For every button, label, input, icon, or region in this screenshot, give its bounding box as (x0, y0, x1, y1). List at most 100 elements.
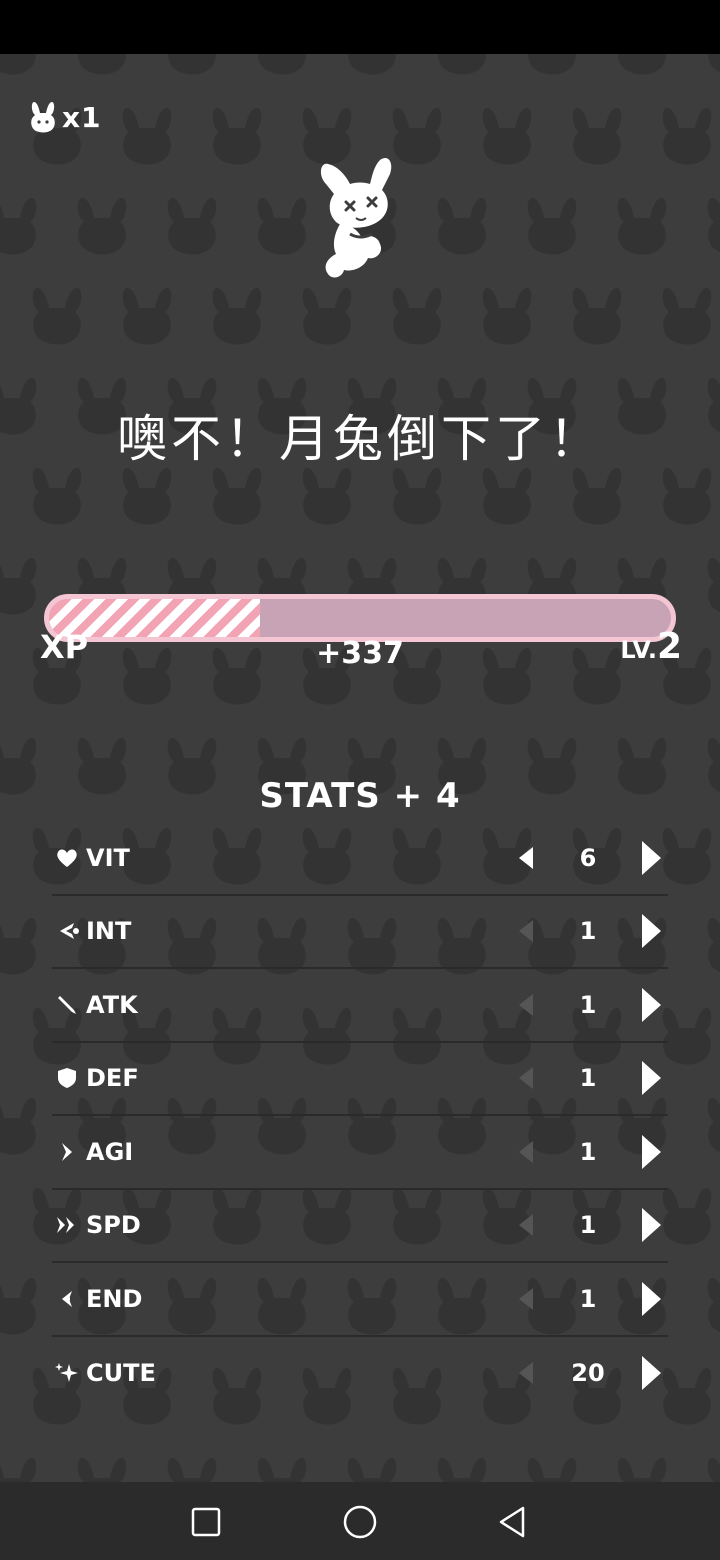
stats-list: VIT 6 INT 1 ATK 1 DEF 1 AGI 1 SPD 1 END 1 CUTE 20 (52, 822, 668, 1410)
stat-value: 20 (571, 1359, 605, 1388)
pattern-bunny (617, 1458, 667, 1482)
system-nav-bar (0, 1482, 720, 1560)
double-chevron-icon (54, 1212, 80, 1238)
pattern-bunny (438, 54, 486, 75)
decrease-vit-button[interactable] (514, 843, 538, 873)
stat-row-end: END 1 (52, 1263, 668, 1337)
pattern-bunny (392, 468, 442, 525)
increase-agi-button[interactable] (636, 1132, 666, 1172)
bunny-icon (31, 102, 55, 133)
pattern-bunny (482, 468, 532, 525)
stat-row-cute: CUTE 20 (52, 1337, 668, 1411)
stat-name: DEF (86, 1064, 139, 1093)
pattern-bunny (617, 198, 667, 255)
pattern-bunny (77, 198, 127, 255)
pattern-bunny (707, 1098, 720, 1152)
decrease-agi-button[interactable] (514, 1137, 538, 1167)
pattern-bunny (32, 288, 82, 345)
stat-row-atk: ATK 1 (52, 969, 668, 1043)
stat-value: 1 (579, 1284, 597, 1313)
decrease-atk-button[interactable] (514, 990, 538, 1020)
arrow-left-icon (519, 1362, 533, 1385)
stat-name: SPD (86, 1211, 141, 1240)
pattern-bunny (212, 108, 262, 165)
pattern-bunny (662, 1008, 712, 1065)
pattern-bunny (618, 54, 666, 75)
decrease-def-button[interactable] (514, 1063, 538, 1093)
pattern-bunny (347, 1458, 397, 1482)
stat-value: 1 (579, 1064, 597, 1093)
pattern-bunny (168, 54, 216, 75)
pattern-bunny (122, 108, 172, 165)
pattern-bunny (708, 54, 720, 72)
fallen-bunny-icon (320, 157, 392, 278)
pattern-bunny (527, 198, 577, 255)
stat-name: ATK (86, 990, 138, 1019)
decrease-spd-button[interactable] (514, 1210, 538, 1240)
pattern-bunny (662, 1368, 712, 1425)
pattern-bunny (527, 1458, 577, 1482)
stat-name: END (86, 1284, 143, 1313)
pattern-bunny (212, 288, 262, 345)
pattern-bunny (0, 558, 37, 615)
stat-row-agi: AGI 1 (52, 1116, 668, 1190)
back-button[interactable] (492, 1502, 532, 1542)
pattern-bunny (167, 1458, 217, 1482)
pattern-bunny (257, 1458, 307, 1482)
pattern-bunny (78, 54, 126, 75)
brain-icon (54, 918, 80, 944)
stat-value: 1 (579, 917, 597, 946)
stat-name: CUTE (86, 1359, 156, 1388)
increase-spd-button[interactable] (636, 1205, 666, 1245)
pattern-bunny (302, 288, 352, 345)
pattern-bunny (258, 54, 306, 75)
increase-vit-button[interactable] (636, 838, 666, 878)
sword-icon (54, 992, 80, 1018)
arrow-right-icon (642, 987, 661, 1022)
pattern-bunny (662, 1188, 712, 1245)
arrow-left-icon (519, 1140, 533, 1163)
decrease-end-button[interactable] (514, 1284, 538, 1314)
pattern-bunny (528, 54, 576, 75)
arrow-right-icon (642, 840, 661, 875)
endurance-icon (54, 1286, 80, 1312)
arrow-left-icon (519, 846, 533, 869)
increase-int-button[interactable] (636, 911, 666, 951)
pattern-bunny (302, 468, 352, 525)
pattern-bunny (662, 108, 712, 165)
increase-cute-button[interactable] (636, 1353, 666, 1393)
pattern-bunny (122, 288, 172, 345)
pattern-bunny (662, 468, 712, 525)
pattern-bunny (707, 1458, 720, 1482)
recents-button[interactable] (186, 1502, 226, 1542)
arrow-right-icon (642, 1356, 661, 1391)
home-button[interactable] (340, 1502, 380, 1542)
game-screen: x1 噢不！月兔倒下了！ XP +337 LV.2 STATS + 4 VIT 6… (0, 54, 720, 1482)
decrease-int-button[interactable] (514, 916, 538, 946)
shield-icon (54, 1065, 80, 1091)
level-indicator: LV.2 (620, 626, 682, 667)
stat-value: 1 (579, 990, 597, 1019)
circle-icon (343, 1505, 377, 1539)
sparkle-icon (54, 1360, 80, 1386)
pattern-bunny (0, 1458, 37, 1482)
defeat-message: 噢不！月兔倒下了！ (117, 410, 603, 468)
pattern-bunny (482, 288, 532, 345)
pattern-bunny (707, 918, 720, 972)
increase-end-button[interactable] (636, 1279, 666, 1319)
arrow-right-icon (642, 1061, 661, 1096)
pattern-bunny (572, 288, 622, 345)
pattern-bunny (32, 468, 82, 525)
pattern-bunny (707, 1278, 720, 1332)
decrease-cute-button[interactable] (514, 1358, 538, 1388)
pattern-bunny (0, 1098, 37, 1155)
pattern-bunny (167, 198, 217, 255)
pattern-bunny (662, 828, 712, 885)
arrow-left-icon (519, 1214, 533, 1237)
pattern-bunny (77, 1458, 127, 1482)
stat-row-def: DEF 1 (52, 1043, 668, 1116)
pattern-bunny (707, 198, 720, 252)
increase-atk-button[interactable] (636, 985, 666, 1025)
increase-def-button[interactable] (636, 1058, 666, 1098)
pattern-bunny (662, 288, 712, 345)
